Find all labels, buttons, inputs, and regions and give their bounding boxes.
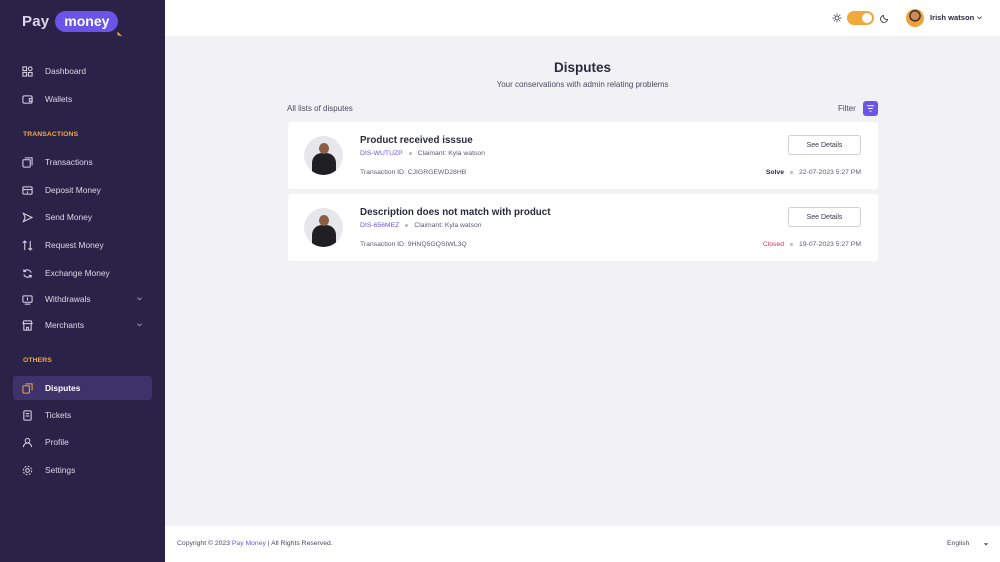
copyright-suffix: | All Rights Reserved.: [265, 540, 333, 547]
tickets-icon: [22, 409, 33, 421]
page-title: Disputes: [553, 60, 611, 75]
filter-icon: [866, 105, 875, 112]
disputes-icon: [22, 382, 33, 394]
dispute-meta: DIS-WUTUZP Claimant: Kyla watson: [360, 150, 485, 157]
see-details-button[interactable]: See Details: [788, 207, 861, 227]
dispute-status-row: Closed 19-07-2023 5:27 PM: [763, 241, 861, 248]
dashboard-icon: [22, 65, 33, 77]
sidebar-item-label: Settings: [45, 465, 76, 475]
copyright-brand-link[interactable]: Pay Money: [232, 540, 266, 547]
claimant-avatar: [304, 136, 343, 175]
dispute-card: Product received isssue DIS-WUTUZP Claim…: [288, 122, 878, 189]
sidebar-item-label: Request Money: [45, 240, 104, 250]
sidebar-item-label: Dashboard: [45, 66, 86, 76]
top-header: Irish watson: [165, 0, 1000, 36]
filter-label: Filter: [838, 104, 856, 113]
theme-toggle[interactable]: [847, 11, 874, 25]
sidebar-item-label: Tickets: [45, 410, 72, 420]
sidebar-item-label: Send Money: [45, 212, 93, 222]
status-badge: Solve: [765, 169, 785, 176]
withdrawals-icon: [22, 294, 33, 305]
dispute-code[interactable]: DIS-WUTUZP: [360, 150, 403, 157]
logo-money-badge: money: [55, 10, 119, 32]
sidebar-item-exchange-money[interactable]: Exchange Money: [13, 261, 152, 285]
sidebar: Pay money Dashboard Wallets TRANSACTIONS…: [0, 0, 165, 562]
section-label-others: OTHERS: [23, 357, 52, 364]
sidebar-item-label: Wallets: [45, 94, 73, 104]
deposit-icon: [22, 185, 33, 196]
sidebar-item-label: Merchants: [45, 320, 85, 330]
dispute-date: 22-07-2023 5:27 PM: [799, 169, 861, 176]
sidebar-item-merchants[interactable]: Merchants: [13, 313, 152, 337]
sidebar-item-label: Exchange Money: [45, 268, 110, 278]
copyright-prefix: Copyright © 2023: [177, 540, 232, 547]
profile-icon: [22, 437, 33, 448]
request-icon: [22, 239, 33, 251]
sidebar-item-disputes[interactable]: Disputes: [13, 376, 152, 400]
sidebar-item-dashboard[interactable]: Dashboard: [13, 59, 152, 83]
chevron-down-icon[interactable]: [976, 14, 983, 21]
language-select[interactable]: English: [947, 540, 969, 547]
section-label-transactions: TRANSACTIONS: [23, 131, 79, 138]
dispute-transaction-id: Transaction ID: 9HNQ5GQSIWL3Q: [360, 241, 467, 248]
dispute-transaction-id: Transaction ID: CJIGRGEWD28HB: [360, 169, 467, 176]
user-name[interactable]: Irish watson: [930, 13, 974, 22]
chevron-down-icon[interactable]: [983, 541, 989, 547]
sidebar-item-profile[interactable]: Profile: [13, 430, 152, 454]
dispute-card: Description does not match with product …: [288, 194, 878, 261]
settings-icon: [22, 465, 33, 476]
filter-button[interactable]: [863, 101, 878, 116]
dispute-title: Product received isssue: [360, 135, 473, 146]
list-label: All lists of disputes: [287, 104, 353, 113]
chevron-down-icon: [137, 297, 142, 301]
see-details-button[interactable]: See Details: [788, 135, 861, 155]
dispute-code[interactable]: DIS-656MEZ: [360, 222, 399, 229]
separator-dot: [405, 224, 409, 227]
separator-dot: [408, 152, 412, 155]
dispute-status-row: Solve 22-07-2023 5:27 PM: [766, 169, 861, 176]
sidebar-item-label: Transactions: [45, 157, 93, 167]
sidebar-item-settings[interactable]: Settings: [13, 458, 152, 482]
page-subtitle: Your conservations with admin relating p…: [496, 80, 669, 89]
transactions-icon: [22, 156, 33, 168]
sidebar-item-wallets[interactable]: Wallets: [13, 87, 152, 111]
separator-dot: [790, 171, 794, 174]
copyright-text: Copyright © 2023 Pay Money | All Rights …: [177, 540, 333, 547]
dispute-claimant: Claimant: Kyla watson: [414, 222, 482, 229]
moon-icon: [880, 14, 889, 23]
sidebar-item-label: Deposit Money: [45, 185, 101, 195]
sidebar-item-send-money[interactable]: Send Money: [13, 205, 152, 229]
sidebar-item-request-money[interactable]: Request Money: [13, 233, 152, 257]
dispute-date: 19-07-2023 5:27 PM: [799, 241, 861, 248]
sidebar-item-deposit-money[interactable]: Deposit Money: [13, 178, 152, 202]
dispute-meta: DIS-656MEZ Claimant: Kyla watson: [360, 222, 482, 229]
exchange-icon: [22, 268, 33, 279]
sidebar-item-label: Profile: [45, 437, 69, 447]
claimant-avatar: [304, 208, 343, 247]
logo[interactable]: Pay money: [22, 10, 119, 32]
status-badge: Closed: [762, 241, 785, 248]
dispute-claimant: Claimant: Kyla watson: [417, 150, 485, 157]
sun-icon: [832, 13, 842, 23]
user-avatar[interactable]: [906, 9, 924, 27]
send-icon: [22, 211, 33, 223]
chevron-down-icon: [137, 323, 142, 327]
separator-dot: [790, 243, 794, 246]
sidebar-item-tickets[interactable]: Tickets: [13, 403, 152, 427]
sidebar-item-transactions[interactable]: Transactions: [13, 150, 152, 174]
dispute-title: Description does not match with product: [360, 207, 551, 218]
logo-pay-text: Pay: [22, 12, 50, 30]
footer: Copyright © 2023 Pay Money | All Rights …: [165, 526, 1000, 562]
sidebar-item-label: Withdrawals: [45, 294, 91, 304]
sidebar-item-label: Disputes: [45, 383, 81, 393]
wallet-icon: [22, 94, 33, 105]
merchants-icon: [22, 319, 33, 331]
sidebar-item-withdrawals[interactable]: Withdrawals: [13, 287, 152, 311]
